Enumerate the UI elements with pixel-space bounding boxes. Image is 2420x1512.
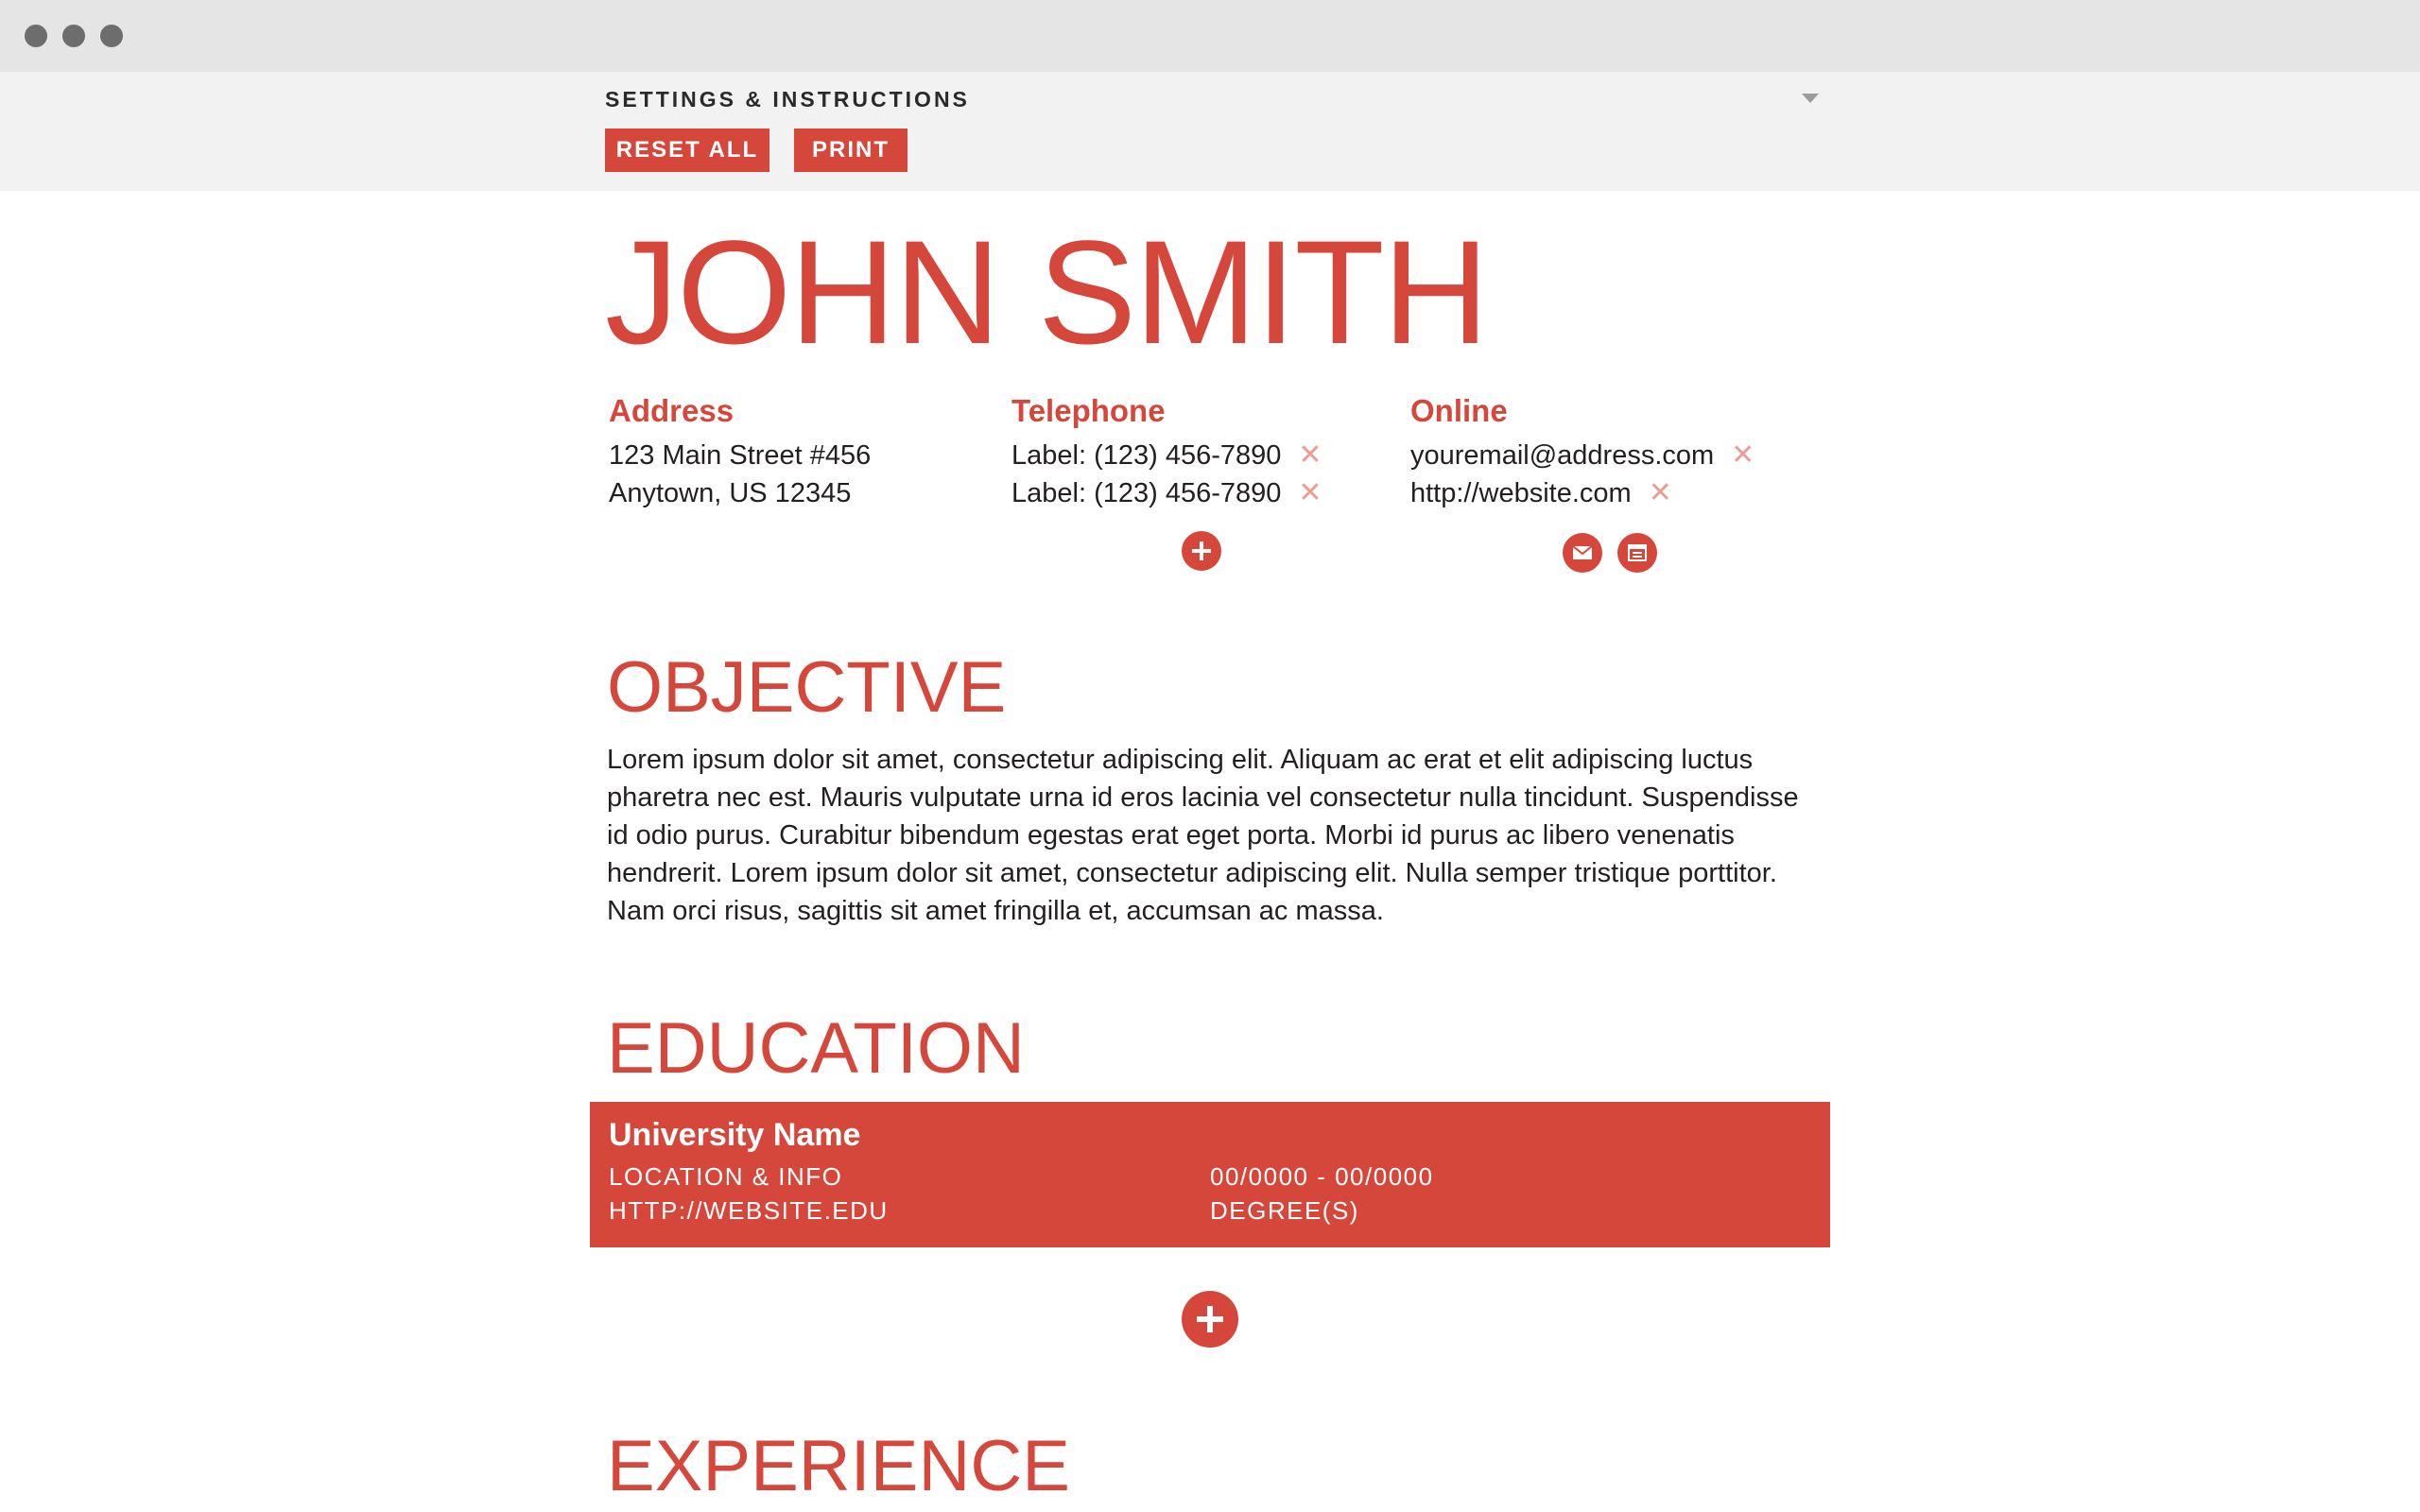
add-website-button[interactable] — [1617, 533, 1657, 573]
window-titlebar — [0, 0, 2420, 72]
settings-title[interactable]: SETTINGS & INSTRUCTIONS — [605, 87, 970, 112]
education-website[interactable]: HTTP://WEBSITE.EDU — [609, 1196, 889, 1226]
window-minimize-dot[interactable] — [62, 25, 85, 47]
phone-entry[interactable]: Label: (123) 456-7890 ✕ — [1011, 474, 1371, 512]
reset-all-button[interactable]: RESET ALL — [605, 129, 769, 172]
experience-heading[interactable]: EXPERIENCE — [607, 1431, 1070, 1503]
telephone-heading: Telephone — [1011, 393, 1166, 428]
objective-text[interactable]: Lorem ipsum dolor sit amet, consectetur … — [607, 741, 1826, 930]
education-location[interactable]: LOCATION & INFO — [609, 1162, 842, 1192]
envelope-icon — [1572, 545, 1593, 559]
online-heading: Online — [1410, 393, 1508, 428]
window-close-dot[interactable] — [25, 25, 47, 47]
plus-icon — [1197, 1306, 1223, 1332]
website-text[interactable]: http://website.com — [1410, 478, 1632, 509]
address-column: Address 123 Main Street #456 Anytown, US… — [609, 393, 968, 512]
email-text[interactable]: youremail@address.com — [1410, 440, 1714, 472]
address-line-2[interactable]: Anytown, US 12345 — [609, 474, 968, 512]
phone-text[interactable]: Label: (123) 456-7890 — [1011, 440, 1281, 472]
email-entry[interactable]: youremail@address.com ✕ — [1410, 437, 1807, 474]
telephone-column: Telephone Label: (123) 456-7890 ✕ Label:… — [1011, 393, 1371, 512]
online-column: Online youremail@address.com ✕ http://we… — [1410, 393, 1807, 512]
caret-down-icon[interactable] — [1802, 94, 1819, 103]
education-dates[interactable]: 00/0000 - 00/0000 — [1210, 1162, 1434, 1192]
address-line-1[interactable]: 123 Main Street #456 — [609, 437, 968, 474]
add-email-button[interactable] — [1563, 533, 1602, 573]
education-degree[interactable]: DEGREE(S) — [1210, 1196, 1359, 1226]
website-entry[interactable]: http://website.com ✕ — [1410, 474, 1807, 512]
add-education-button[interactable] — [1182, 1291, 1238, 1348]
close-icon[interactable]: ✕ — [1649, 479, 1672, 507]
phone-entry[interactable]: Label: (123) 456-7890 ✕ — [1011, 437, 1371, 474]
window-zoom-dot[interactable] — [100, 25, 123, 47]
plus-icon — [1192, 541, 1211, 560]
phone-text[interactable]: Label: (123) 456-7890 — [1011, 478, 1281, 509]
settings-bar: SETTINGS & INSTRUCTIONS RESET ALL PRINT — [0, 72, 2420, 191]
close-icon[interactable]: ✕ — [1298, 479, 1322, 507]
browser-window-icon — [1628, 544, 1647, 561]
address-heading: Address — [609, 393, 735, 428]
close-icon[interactable]: ✕ — [1731, 441, 1754, 470]
resume-name[interactable]: JOHN SMITH — [605, 219, 1489, 367]
university-name[interactable]: University Name — [609, 1117, 860, 1154]
close-icon[interactable]: ✕ — [1298, 441, 1322, 470]
education-heading[interactable]: EDUCATION — [607, 1013, 1025, 1085]
objective-heading[interactable]: OBJECTIVE — [607, 652, 1006, 724]
education-entry[interactable]: University Name LOCATION & INFO HTTP://W… — [590, 1102, 1830, 1247]
add-phone-button[interactable] — [1182, 531, 1221, 571]
print-button[interactable]: PRINT — [794, 129, 908, 172]
